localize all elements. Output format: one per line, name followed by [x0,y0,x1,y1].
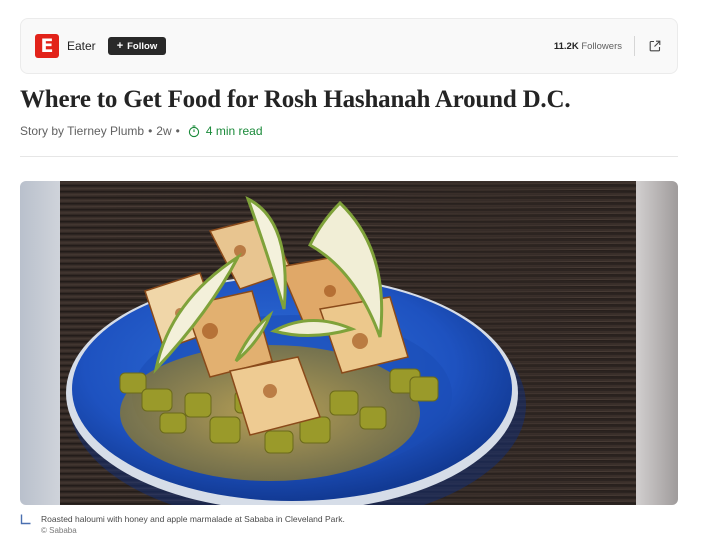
follow-label: Follow [127,40,158,52]
plus-icon: + [116,40,124,52]
read-time: 4 min read [188,124,263,138]
article-image[interactable] [20,181,678,505]
caption-corner-icon [20,514,31,525]
stopwatch-icon [188,124,199,137]
photo-credit: © Sababa [41,526,77,535]
article-age: 2w [156,124,172,138]
publisher-bar: E Eater + Follow 11.2K Followers [20,18,678,74]
byline: Story by Tierney Plumb • 2w • 4 min read [20,124,263,138]
followers-label: Followers [581,40,622,52]
header-divider [20,156,678,157]
image-caption: Roasted haloumi with honey and apple mar… [20,514,345,536]
followers-number: 11.2K [553,40,579,52]
article-headline: Where to Get Food for Rosh Hashanah Arou… [20,86,571,113]
separator-dot: • [175,124,180,138]
followers-count: 11.2K Followers [554,41,622,52]
publisher-name[interactable]: Eater [67,39,96,53]
author-byline[interactable]: Story by Tierney Plumb [20,124,144,138]
eater-logo[interactable]: E [35,34,59,58]
read-time-label: 4 min read [205,124,263,138]
food-photo [60,181,636,505]
caption-text: Roasted haloumi with honey and apple mar… [41,514,345,524]
separator-dot: • [148,124,153,138]
follow-button[interactable]: + Follow [107,37,167,55]
divider [634,36,635,56]
external-link-icon[interactable] [647,38,663,54]
